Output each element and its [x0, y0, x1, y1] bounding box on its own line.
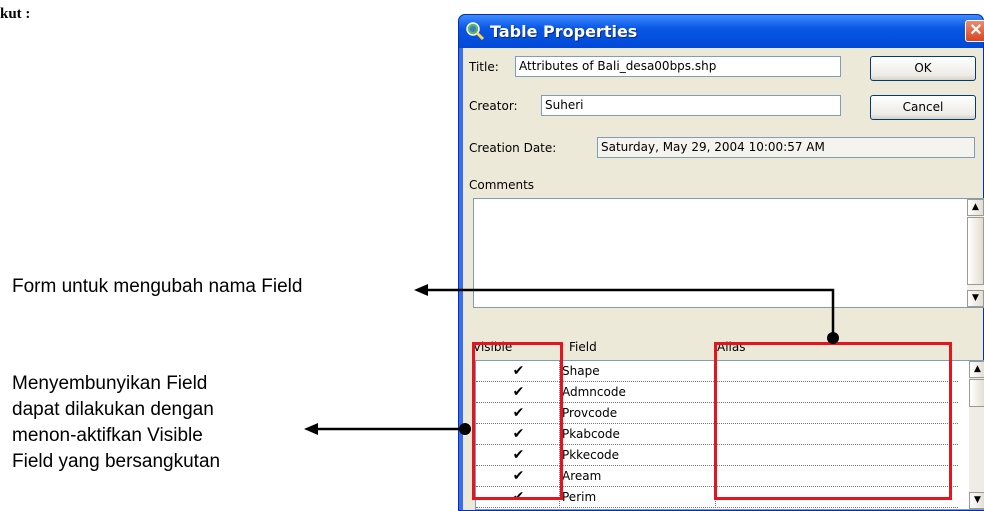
- rename-arrow-dot: [827, 332, 839, 344]
- hide-arrow-head: [304, 423, 318, 435]
- hide-arrow-dot: [459, 423, 471, 435]
- annotation-arrows: [304, 284, 839, 435]
- rename-arrow-line: [426, 288, 835, 338]
- rename-arrow-head: [414, 284, 428, 296]
